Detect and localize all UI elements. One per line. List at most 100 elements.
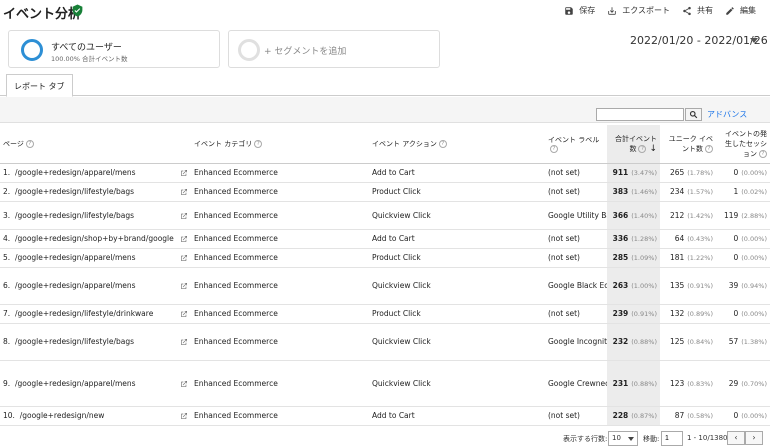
tab-report[interactable]: レポート タブ [6,74,73,97]
date-range-picker[interactable]: 2022/01/20 - 2022/01/26 [630,34,768,47]
page-cell[interactable]: 4. /google+redesign/shop+by+brand/google [0,229,191,249]
help-icon[interactable]: ? [550,144,558,153]
category-cell[interactable]: Enhanced Ecommerce [191,323,369,361]
open-page-icon[interactable] [180,380,188,388]
label-cell[interactable]: (not set) [545,304,607,324]
export-button[interactable]: エクスポート [607,5,670,16]
page-path[interactable]: /google+redesign/new [20,411,105,420]
label-cell[interactable]: (not set) [545,163,607,183]
page-path[interactable]: /google+redesign/shop+by+brand/google [15,234,174,243]
page-path[interactable]: /google+redesign/apparel/mens [15,253,136,262]
page-path[interactable]: /google+redesign/lifestyle/bags [15,211,134,220]
open-page-icon[interactable] [180,235,188,243]
goto-page-input[interactable] [661,431,683,446]
category-cell[interactable]: Enhanced Ecommerce [191,406,369,426]
page-path[interactable]: /google+redesign/lifestyle/drinkware [15,309,153,318]
chevron-down-icon[interactable] [750,38,758,43]
search-button[interactable] [685,108,702,121]
next-page-button[interactable]: › [745,431,763,445]
open-page-icon[interactable] [180,310,188,318]
action-cell[interactable]: Add to Cart [369,406,545,426]
label-cell[interactable]: Google Black Eco Zip Hoodie [545,267,607,305]
action-cell[interactable]: Quickview Click [369,267,545,305]
column-header-category[interactable]: イベント カテゴリ? [191,125,369,164]
open-page-icon[interactable] [180,282,188,290]
column-header-action[interactable]: イベント アクション? [369,125,545,164]
column-header-total-events[interactable]: 合計イベント数? ↓ [607,125,660,164]
table-row[interactable]: 9. /google+redesign/apparel/mens Enhanced… [0,360,770,407]
page-path[interactable]: /google+redesign/lifestyle/bags [15,337,134,346]
help-icon[interactable]: ? [759,149,767,158]
category-cell[interactable]: Enhanced Ecommerce [191,248,369,268]
segment-all-users[interactable]: すべてのユーザー 100.00% 合計イベント数 [8,30,220,68]
page-cell[interactable]: 6. /google+redesign/apparel/mens [0,267,191,305]
table-row[interactable]: 7. /google+redesign/lifestyle/drinkware E… [0,304,770,324]
label-cell[interactable]: (not set) [545,406,607,426]
help-icon[interactable]: ? [638,144,647,153]
category-cell[interactable]: Enhanced Ecommerce [191,163,369,183]
share-button[interactable]: 共有 [682,5,713,16]
search-input[interactable] [596,108,684,121]
column-header-label[interactable]: イベント ラベル? [545,125,607,164]
help-icon[interactable]: ? [705,144,713,153]
add-segment-button[interactable]: + セグメントを追加 [228,30,440,68]
page-path[interactable]: /google+redesign/apparel/mens [15,379,136,388]
label-cell[interactable]: Google Crewneck Sweatshirt Black [545,360,607,407]
page-cell[interactable]: 7. /google+redesign/lifestyle/drinkware [0,304,191,324]
table-row[interactable]: 10. /google+redesign/new Enhanced Ecommer… [0,406,770,426]
open-page-icon[interactable] [180,338,188,346]
advanced-filter-link[interactable]: アドバンス [707,109,747,120]
open-page-icon[interactable] [180,412,188,420]
column-header-page[interactable]: ページ? [0,125,191,164]
page-cell[interactable]: 5. /google+redesign/apparel/mens [0,248,191,268]
category-cell[interactable]: Enhanced Ecommerce [191,229,369,249]
table-row[interactable]: 5. /google+redesign/apparel/mens Enhanced… [0,248,770,268]
label-cell[interactable]: (not set) [545,229,607,249]
page-cell[interactable]: 9. /google+redesign/apparel/mens [0,360,191,407]
column-header-sessions[interactable]: イベントの発生したセッション? [716,125,770,164]
page-cell[interactable]: 2. /google+redesign/lifestyle/bags [0,182,191,202]
table-row[interactable]: 8. /google+redesign/lifestyle/bags Enhanc… [0,323,770,361]
action-cell[interactable]: Add to Cart [369,163,545,183]
table-row[interactable]: 6. /google+redesign/apparel/mens Enhanced… [0,267,770,305]
page-cell[interactable]: 8. /google+redesign/lifestyle/bags [0,323,191,361]
action-cell[interactable]: Product Click [369,304,545,324]
action-cell[interactable]: Product Click [369,182,545,202]
page-cell[interactable]: 10. /google+redesign/new [0,406,191,426]
action-cell[interactable]: Product Click [369,248,545,268]
label-cell[interactable]: Google Utility BackPack [545,201,607,230]
save-button[interactable]: 保存 [564,5,595,16]
table-row[interactable]: 1. /google+redesign/apparel/mens Enhanced… [0,163,770,183]
help-icon[interactable]: ? [254,139,263,148]
label-cell[interactable]: Google Incognito Techpack V2 [545,323,607,361]
table-row[interactable]: 2. /google+redesign/lifestyle/bags Enhanc… [0,182,770,202]
page-cell[interactable]: 1. /google+redesign/apparel/mens [0,163,191,183]
action-cell[interactable]: Add to Cart [369,229,545,249]
open-page-icon[interactable] [180,188,188,196]
label-cell[interactable]: (not set) [545,248,607,268]
table-row[interactable]: 3. /google+redesign/lifestyle/bags Enhanc… [0,201,770,230]
action-cell[interactable]: Quickview Click [369,323,545,361]
page-path[interactable]: /google+redesign/lifestyle/bags [15,187,134,196]
page-cell[interactable]: 3. /google+redesign/lifestyle/bags [0,201,191,230]
open-page-icon[interactable] [180,212,188,220]
category-cell[interactable]: Enhanced Ecommerce [191,360,369,407]
category-cell[interactable]: Enhanced Ecommerce [191,267,369,305]
column-header-unique-events[interactable]: ユニーク イベント数? [660,125,716,164]
rows-per-page-select[interactable]: 10 [608,431,638,446]
prev-page-button[interactable]: ‹ [727,431,745,445]
action-cell[interactable]: Quickview Click [369,201,545,230]
page-path[interactable]: /google+redesign/apparel/mens [15,281,136,290]
category-cell[interactable]: Enhanced Ecommerce [191,182,369,202]
help-icon[interactable]: ? [25,139,34,148]
category-cell[interactable]: Enhanced Ecommerce [191,201,369,230]
table-row[interactable]: 4. /google+redesign/shop+by+brand/google… [0,229,770,249]
label-cell[interactable]: (not set) [545,182,607,202]
category-cell[interactable]: Enhanced Ecommerce [191,304,369,324]
open-page-icon[interactable] [180,254,188,262]
action-cell[interactable]: Quickview Click [369,360,545,407]
open-page-icon[interactable] [180,169,188,177]
help-icon[interactable]: ? [438,139,447,148]
edit-button[interactable]: 編集 [725,5,756,16]
page-path[interactable]: /google+redesign/apparel/mens [15,168,136,177]
